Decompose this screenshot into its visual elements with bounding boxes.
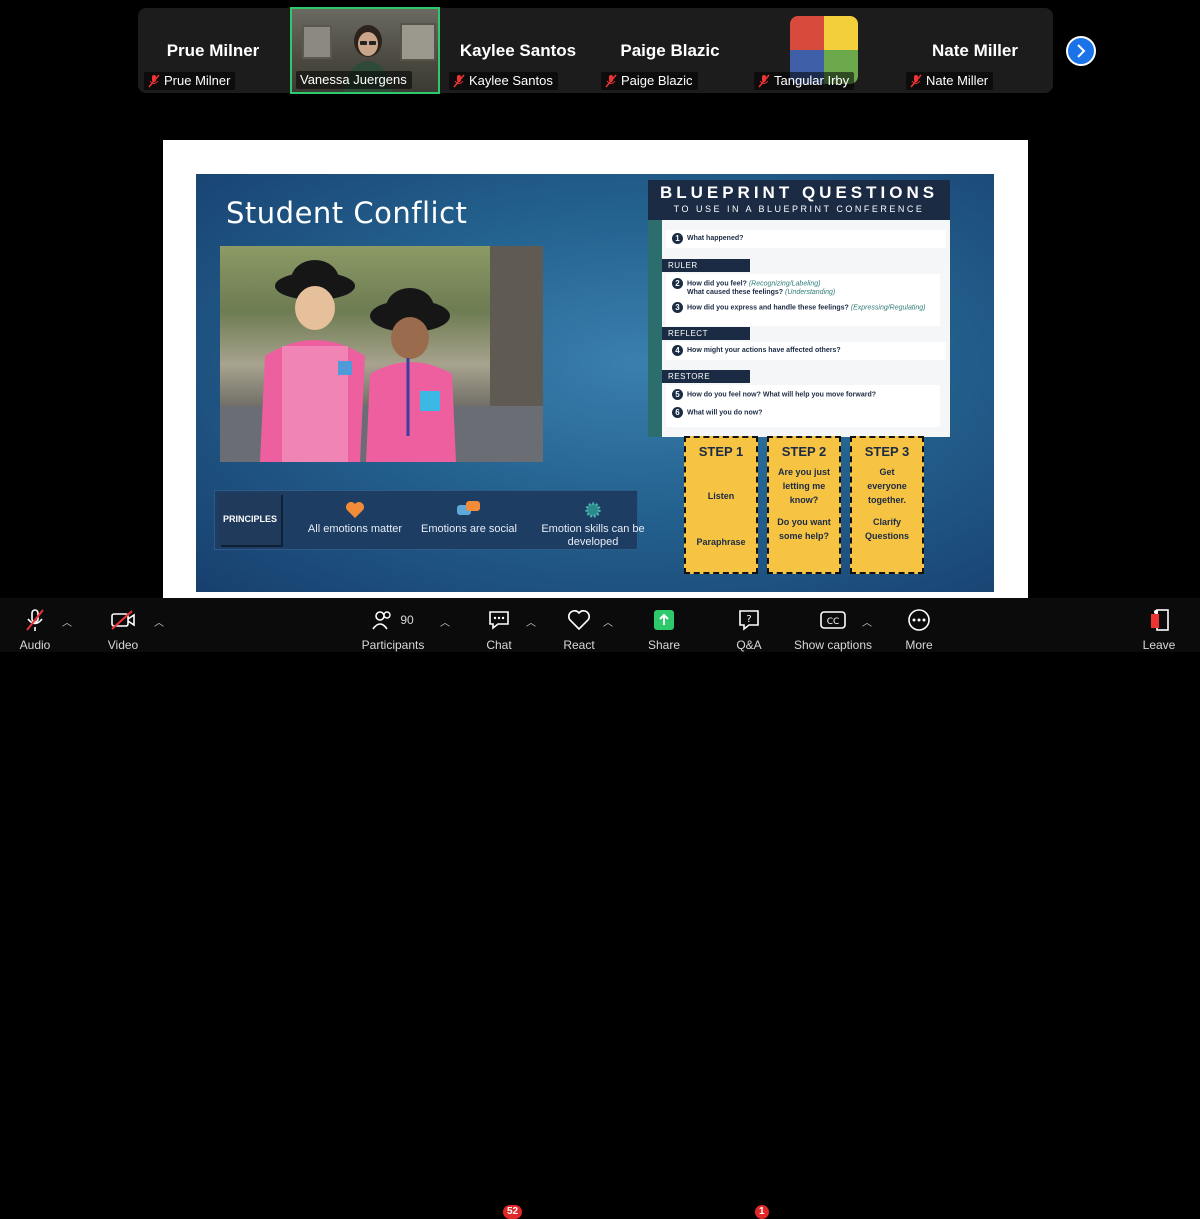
participants-count: 90 [400,613,414,627]
svg-text:?: ? [746,614,751,625]
svg-text:CC: CC [827,617,840,627]
participant-tile-nate[interactable]: Nate Miller Nate Miller [900,8,1050,93]
video-off-icon [111,610,135,630]
participant-tile-kaylee[interactable]: Kaylee Santos Kaylee Santos [443,8,593,93]
chat-button[interactable]: Chat [480,608,518,652]
captions-options-caret[interactable]: ︿ [862,614,872,629]
participant-strip: Prue Milner Prue Milner Vanessa Juergens… [138,7,1053,94]
step-card-2: STEP 2 Are you just letting me know? Do … [767,436,841,574]
share-button[interactable]: Share [645,608,683,652]
leave-button[interactable]: Leave [1140,608,1178,652]
participant-tile-vanessa[interactable]: Vanessa Juergens [290,7,440,94]
mic-muted-icon [453,74,465,87]
presentation-slide: Student Conflict PRINCIPLES All emotions… [196,174,994,592]
step-card-3: STEP 3 Get everyone together. Clarify Qu… [850,436,924,574]
participants-options-caret[interactable]: ︿ [440,614,450,629]
chat-unread-badge: 52 [503,1205,523,1219]
shared-screen-top-bar [163,96,1028,140]
more-icon [908,609,930,631]
video-options-caret[interactable]: ︿ [154,614,164,629]
participant-name-tag: Vanessa Juergens [296,71,412,89]
participant-tile-prue[interactable]: Prue Milner Prue Milner [138,8,288,93]
section-label-ruler: RULER [662,259,750,272]
participant-display-name: Nate Miller [932,41,1018,60]
share-screen-icon [654,610,674,630]
more-button[interactable]: More [900,608,938,652]
blueprint-header: BLUEPRINT QUESTIONS TO USE IN A BLUEPRIN… [648,180,950,220]
slide-title: Student Conflict [226,196,468,230]
next-participants-button[interactable] [1066,36,1096,66]
principle-item: All emotions matter [295,501,415,536]
qa-icon: ? [739,610,759,631]
mic-muted-icon [605,74,617,87]
video-button[interactable]: Video [103,608,143,652]
blueprint-question-group: 2 How did you feel? (Recognizing/Labeling… [666,274,940,326]
closed-captions-icon: CC [820,611,846,629]
participant-name-tag: Paige Blazic [601,72,698,90]
principles-bar: PRINCIPLES All emotions matter Emotions … [214,490,645,550]
step-card-1: STEP 1 Listen Paraphrase [684,436,758,574]
participant-tile-tangular[interactable]: Tangular Irby [748,8,898,93]
students-photo [220,246,543,462]
audio-options-caret[interactable]: ︿ [62,614,72,629]
participant-display-name: Kaylee Santos [459,41,577,60]
blueprint-questions-panel: BLUEPRINT QUESTIONS TO USE IN A BLUEPRIN… [648,180,950,437]
qa-button[interactable]: ? Q&A [732,608,766,652]
heart-outline-icon [568,610,590,631]
principles-label: PRINCIPLES [219,493,281,545]
chat-bubbles-icon [457,501,480,515]
chat-options-caret[interactable]: ︿ [526,614,536,629]
audio-button[interactable]: Audio [15,608,55,652]
mic-muted-icon [26,609,44,631]
participants-icon [372,611,392,630]
blueprint-subtitle: TO USE IN A BLUEPRINT CONFERENCE [673,204,925,214]
participant-name-tag: Tangular Irby [754,72,855,90]
blueprint-question: 1 What happened? [666,230,946,248]
principle-item: Emotion skills can be developed [533,501,653,549]
qa-badge: 1 [755,1205,769,1219]
chat-icon [489,611,509,630]
participants-button[interactable]: 90 Participants [358,608,428,652]
mic-muted-icon [758,74,770,87]
leave-door-icon [1151,609,1169,631]
blueprint-question: 4 How might your actions have affected ot… [666,342,946,360]
blueprint-question-group: 5 How do you feel now? What will help you… [666,385,940,427]
principle-item: Emotions are social [409,501,529,536]
meeting-toolbar: Audio ︿ Video ︿ 90 Participants ︿ Chat 5… [0,598,1200,1219]
participant-display-name: Prue Milner [166,41,260,60]
blueprint-title: BLUEPRINT QUESTIONS [659,183,939,202]
participant-name-tag: Prue Milner [144,72,236,90]
section-label-reflect: REFLECT [662,327,750,340]
react-button[interactable]: React [560,608,598,652]
mic-muted-icon [910,74,922,87]
chevron-right-icon [1077,44,1086,58]
participant-display-name: Paige Blazic [620,41,720,60]
participant-tile-paige[interactable]: Paige Blazic Paige Blazic [595,8,745,93]
react-options-caret[interactable]: ︿ [603,614,613,629]
mic-muted-icon [148,74,160,87]
participant-name-tag: Kaylee Santos [449,72,558,90]
participant-name-tag: Nate Miller [906,72,994,90]
section-label-restore: RESTORE [662,370,750,383]
gear-icon [585,502,601,518]
heart-icon [346,502,364,518]
